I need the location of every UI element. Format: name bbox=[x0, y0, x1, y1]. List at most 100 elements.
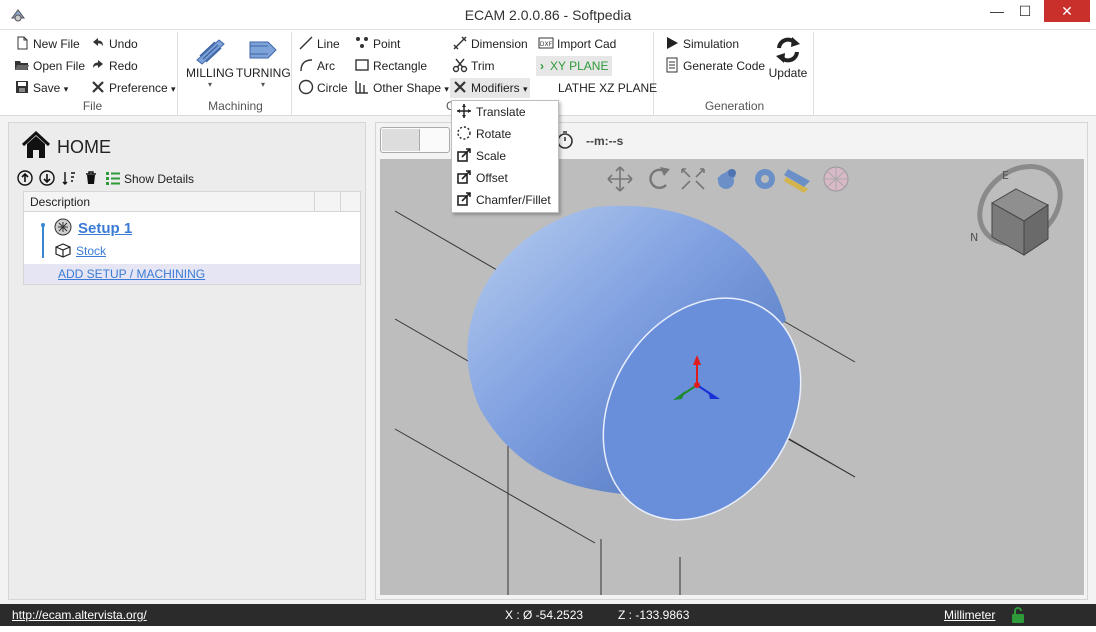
open-folder-icon bbox=[15, 61, 29, 70]
modifiers-button[interactable]: Modifiers bbox=[450, 78, 530, 98]
point-button[interactable]: Point bbox=[354, 34, 400, 54]
document-icon bbox=[666, 57, 678, 73]
scene: E N bbox=[394, 159, 1075, 595]
add-setup-link[interactable]: ADD SETUP / MACHINING bbox=[24, 264, 360, 284]
z-coordinate: Z : -133.9863 bbox=[618, 608, 690, 622]
website-link[interactable]: http://ecam.altervista.org/ bbox=[12, 608, 147, 622]
open-file-button[interactable]: Open File bbox=[14, 56, 85, 76]
other-shape-icon bbox=[355, 81, 368, 94]
setup-tree: Description Setup 1 Stock ADD SETUP / MA… bbox=[23, 191, 361, 285]
rotate-icon bbox=[457, 126, 471, 140]
point-icon bbox=[356, 37, 368, 48]
move-up-icon[interactable] bbox=[17, 170, 33, 186]
box-icon bbox=[55, 243, 71, 258]
line-button[interactable]: Line bbox=[298, 34, 340, 54]
tools-icon bbox=[92, 81, 104, 93]
view-tools[interactable] bbox=[607, 166, 849, 193]
move-icon bbox=[457, 104, 471, 118]
file-group: New File Open File Save Undo Redo Prefer… bbox=[8, 32, 178, 116]
window-title: ECAM 2.0.0.86 - Softpedia bbox=[464, 7, 632, 23]
setup-icon bbox=[54, 218, 72, 236]
generate-code-button[interactable]: Generate Code bbox=[664, 56, 765, 76]
rotate-view-icon bbox=[649, 167, 670, 189]
maximize-button[interactable]: ☐ bbox=[1010, 0, 1040, 22]
project-panel: HOME Show Details Description Setup 1 St… bbox=[8, 122, 366, 600]
lathe-xz-plane-button[interactable]: LATHE XZ PLANE bbox=[558, 78, 657, 98]
compass-east: E bbox=[1002, 169, 1009, 182]
chamfer-icon bbox=[457, 192, 471, 206]
preference-button[interactable]: Preference bbox=[90, 78, 176, 98]
minimize-button[interactable]: — bbox=[982, 0, 1012, 22]
simulation-button[interactable]: Simulation bbox=[664, 34, 739, 54]
dimension-icon bbox=[453, 36, 467, 50]
setup-item[interactable]: Setup 1 bbox=[54, 218, 132, 237]
unlock-icon[interactable] bbox=[1011, 607, 1025, 623]
circle-icon bbox=[298, 79, 314, 95]
refresh-icon bbox=[776, 37, 800, 63]
save-icon bbox=[16, 81, 28, 93]
move-down-icon[interactable] bbox=[39, 170, 55, 186]
update-button[interactable]: Update bbox=[766, 34, 810, 80]
status-bar: http://ecam.altervista.org/ X : Ø -54.25… bbox=[0, 604, 1096, 632]
new-file-button[interactable]: New File bbox=[14, 34, 80, 54]
show-details-button[interactable]: Show Details bbox=[105, 172, 194, 186]
home-button[interactable]: HOME bbox=[21, 131, 111, 163]
tree-toolbar: Show Details bbox=[17, 169, 194, 189]
ring-view-icon bbox=[755, 169, 775, 189]
undo-button[interactable]: Undo bbox=[90, 34, 138, 54]
xy-plane-button[interactable]: › XY PLANE bbox=[536, 56, 613, 76]
machining-group-label: Machining bbox=[208, 99, 263, 113]
unit-selector[interactable]: Millimeter bbox=[944, 608, 995, 622]
menu-item-scale[interactable]: Scale bbox=[452, 145, 558, 167]
sphere-view-icon bbox=[823, 166, 849, 192]
generation-group-label: Generation bbox=[704, 99, 765, 113]
import-cad-icon: DXF bbox=[538, 37, 554, 49]
simulation-timer: --m:--s bbox=[556, 131, 623, 149]
scissors-icon bbox=[452, 58, 468, 73]
tools-icon bbox=[454, 81, 466, 93]
other-shape-button[interactable]: Other Shape bbox=[354, 78, 449, 98]
zoom-extents-icon bbox=[681, 168, 705, 190]
compass-north: N bbox=[970, 231, 978, 244]
milling-icon bbox=[196, 39, 225, 65]
view-cube[interactable]: E N bbox=[964, 159, 1075, 259]
trim-button[interactable]: Trim bbox=[452, 56, 495, 76]
menu-item-translate[interactable]: Translate bbox=[452, 101, 558, 123]
circle-button[interactable]: Circle bbox=[298, 78, 348, 98]
trash-icon[interactable] bbox=[83, 170, 99, 186]
3d-viewport[interactable]: E N bbox=[380, 159, 1084, 595]
save-button[interactable]: Save bbox=[14, 78, 68, 98]
turning-icon bbox=[249, 41, 277, 59]
turning-button[interactable]: TURNING ▾ bbox=[236, 36, 291, 89]
menu-item-chamfer-fillet[interactable]: Chamfer/Fillet bbox=[452, 189, 558, 211]
scale-icon bbox=[457, 148, 471, 162]
pan-icon bbox=[607, 166, 633, 192]
sort-icon[interactable] bbox=[61, 170, 77, 186]
new-file-icon bbox=[17, 36, 28, 50]
title-bar: ECAM 2.0.0.86 - Softpedia — ☐ ✕ bbox=[0, 0, 1096, 30]
file-group-label: File bbox=[82, 99, 103, 113]
milling-button[interactable]: MILLING ▾ bbox=[184, 36, 236, 89]
menu-item-offset[interactable]: Offset bbox=[452, 167, 558, 189]
close-button[interactable]: ✕ bbox=[1044, 0, 1090, 22]
layers-view-icon bbox=[784, 169, 810, 193]
tree-connector bbox=[41, 223, 45, 258]
arc-button[interactable]: Arc bbox=[298, 56, 335, 76]
line-icon bbox=[299, 36, 313, 50]
chevron-right-icon: › bbox=[540, 59, 544, 73]
menu-item-rotate[interactable]: Rotate bbox=[452, 123, 558, 145]
view-toggle[interactable] bbox=[380, 127, 450, 153]
tree-header: Description bbox=[24, 192, 360, 212]
undo-icon bbox=[93, 38, 103, 46]
offset-icon bbox=[457, 170, 471, 184]
redo-icon bbox=[93, 60, 103, 68]
x-coordinate: X : Ø -54.2523 bbox=[505, 608, 584, 622]
modifiers-menu: Translate Rotate Scale Offset Chamfer/Fi… bbox=[451, 100, 559, 213]
redo-button[interactable]: Redo bbox=[90, 56, 138, 76]
import-cad-button[interactable]: DXF Import Cad bbox=[538, 34, 616, 54]
dimension-button[interactable]: Dimension bbox=[452, 34, 528, 54]
stock-item[interactable]: Stock bbox=[54, 242, 106, 258]
generation-group: Simulation Generate Code Update Generati… bbox=[656, 32, 814, 116]
column-description: Description bbox=[30, 195, 91, 209]
rectangle-button[interactable]: Rectangle bbox=[354, 56, 427, 76]
